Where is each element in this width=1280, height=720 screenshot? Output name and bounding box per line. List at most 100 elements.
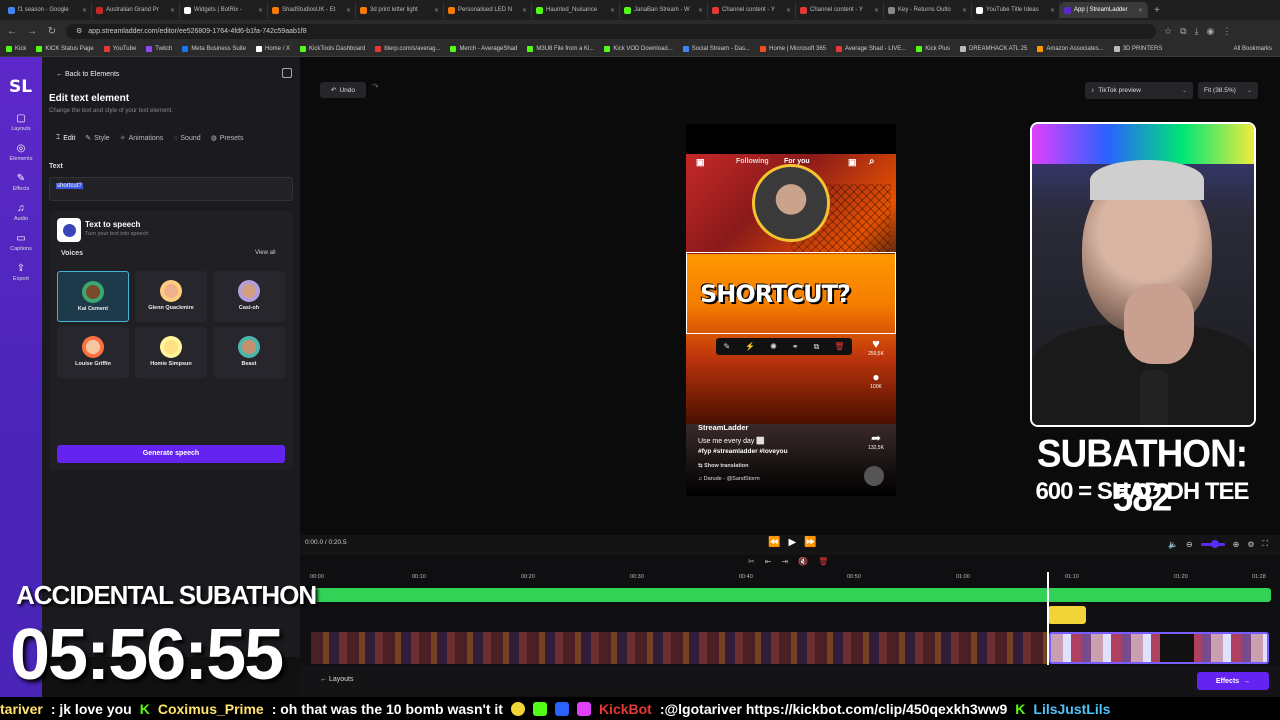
- bookmark-item[interactable]: Meta Business Suite: [182, 46, 246, 52]
- redo-button[interactable]: ↷: [372, 82, 379, 91]
- bookmark-star-icon[interactable]: ☆: [1164, 26, 1172, 37]
- zoom-select[interactable]: Fit (38.5%) ⌄: [1198, 82, 1258, 99]
- nav-export[interactable]: ⇪ Export: [0, 263, 42, 282]
- playhead[interactable]: [1047, 572, 1049, 666]
- extensions-icon[interactable]: ⧉: [1180, 26, 1186, 37]
- play-icon[interactable]: ▶: [788, 537, 796, 548]
- close-icon[interactable]: ✕: [170, 7, 175, 14]
- skip-start-icon[interactable]: ⇤: [765, 557, 772, 566]
- scissors-icon[interactable]: ✂: [748, 557, 755, 566]
- settings-icon[interactable]: ⚙: [1247, 540, 1254, 549]
- close-icon[interactable]: ✕: [962, 7, 967, 14]
- duplicate-icon[interactable]: ⧉: [814, 342, 820, 352]
- reload-icon[interactable]: ↻: [46, 26, 58, 37]
- voice-card[interactable]: Homie Simpsun: [135, 327, 207, 378]
- pencil-icon[interactable]: ✎: [724, 342, 731, 351]
- zoom-out-icon[interactable]: ⊖: [1186, 540, 1193, 549]
- tab-animations[interactable]: ✧ Animations: [120, 134, 164, 143]
- close-icon[interactable]: ✕: [522, 7, 527, 14]
- preview-select[interactable]: ♪ TikTok preview ⌄: [1085, 82, 1193, 99]
- download-icon[interactable]: ⤓: [1195, 26, 1199, 37]
- close-icon[interactable]: ✕: [434, 7, 439, 14]
- nav-elements[interactable]: ◎ Elements: [0, 143, 42, 162]
- bookmark-item[interactable]: Merch - AverageShad: [450, 46, 517, 52]
- voice-card[interactable]: Beast: [213, 327, 285, 378]
- bookmark-item[interactable]: Kick Plus: [916, 46, 950, 52]
- effects-button[interactable]: Effects →: [1197, 672, 1269, 690]
- close-icon[interactable]: ✕: [874, 7, 879, 14]
- bookmark-folder[interactable]: DREAMHACK ATL 25: [959, 46, 1027, 52]
- rewind-icon[interactable]: ⏪: [768, 537, 780, 548]
- tab-presets[interactable]: ◍ Presets: [211, 134, 244, 143]
- close-icon[interactable]: ✕: [346, 7, 351, 14]
- all-bookmarks[interactable]: All Bookmarks: [1234, 46, 1280, 52]
- video-clip-selected[interactable]: [1049, 632, 1269, 664]
- new-tab-icon[interactable]: +: [1154, 5, 1160, 16]
- back-to-elements-link[interactable]: ← Back to Elements: [56, 71, 119, 78]
- zoom-in-icon[interactable]: ⊕: [1233, 540, 1240, 549]
- voice-card[interactable]: Kai Cement: [57, 271, 129, 322]
- close-icon[interactable]: ✕: [1050, 7, 1055, 14]
- animation-icon[interactable]: ⚡: [745, 342, 755, 351]
- browser-tab[interactable]: f1 season - Google ✕: [4, 2, 92, 18]
- browser-tab[interactable]: Channel content - Y ✕: [708, 2, 796, 18]
- browser-tab[interactable]: Haunted_Nuisance ✕: [532, 2, 620, 18]
- voice-card[interactable]: Louise Griffin: [57, 327, 129, 378]
- browser-tab[interactable]: Australian Grand Pr ✕: [92, 2, 180, 18]
- text-clip[interactable]: [1048, 606, 1086, 624]
- undo-button[interactable]: ↶ Undo: [320, 82, 366, 98]
- fullscreen-icon[interactable]: ⛶: [1263, 539, 1269, 549]
- bookmark-item[interactable]: Twitch: [146, 46, 172, 52]
- bookmark-item[interactable]: Home | Microsoft 365: [760, 46, 826, 52]
- video-track[interactable]: [311, 632, 1049, 664]
- bookmark-item[interactable]: Average Shad - LIVE...: [836, 46, 906, 52]
- nav-layouts[interactable]: ▢ Layouts: [0, 113, 42, 132]
- layouts-button[interactable]: ← Layouts: [320, 676, 353, 683]
- bookmark-item[interactable]: Kick: [6, 46, 26, 52]
- profile-icon[interactable]: ◉: [1207, 26, 1215, 37]
- browser-tab[interactable]: 3d print letter light ✕: [356, 2, 444, 18]
- generate-speech-button[interactable]: Generate speech: [57, 445, 285, 463]
- close-icon[interactable]: ✕: [258, 7, 263, 14]
- bookmark-item[interactable]: blerp.com/s/averag...: [375, 46, 440, 52]
- effects-icon[interactable]: ✺: [770, 342, 777, 351]
- close-icon[interactable]: ✕: [698, 7, 703, 14]
- bookmark-folder[interactable]: 3D PRINTERS: [1113, 46, 1162, 52]
- browser-tab[interactable]: Channel content - Y ✕: [796, 2, 884, 18]
- bookmark-item[interactable]: Amazon Associates...: [1037, 46, 1104, 52]
- site-info-icon[interactable]: ⚙: [76, 27, 82, 35]
- mute-icon[interactable]: 🔇: [798, 557, 808, 566]
- browser-tab-active[interactable]: App | StreamLadder ✕: [1060, 2, 1148, 18]
- close-icon[interactable]: ✕: [610, 7, 615, 14]
- close-icon[interactable]: ✕: [1138, 7, 1143, 14]
- volume-icon[interactable]: 🔈: [1168, 540, 1178, 549]
- delete-icon[interactable]: 🗑: [834, 342, 844, 351]
- browser-tab[interactable]: Widgets | BotRix - ✕: [180, 2, 268, 18]
- forward-arrow-icon[interactable]: →: [26, 26, 38, 37]
- bookmark-item[interactable]: KICK Status Page: [36, 46, 94, 52]
- tiktok-preview[interactable]: ▣ Following For you ▣ ⌕ SHORTCUT? ✎ ⚡ ✺ …: [686, 124, 896, 496]
- skip-end-icon[interactable]: ⇥: [781, 557, 788, 566]
- zoom-slider[interactable]: [1200, 539, 1225, 548]
- close-icon[interactable]: ✕: [786, 7, 791, 14]
- nav-audio[interactable]: ♫ Audio: [0, 203, 42, 222]
- nav-effects[interactable]: ✎ Effects: [0, 173, 42, 192]
- close-icon[interactable]: ✕: [82, 7, 87, 14]
- browser-tab[interactable]: Personalised LED N ✕: [444, 2, 532, 18]
- headline-text[interactable]: SHORTCUT?: [700, 280, 880, 308]
- bookmark-item[interactable]: YouTube: [103, 46, 136, 52]
- voice-card[interactable]: Glenn Quackmire: [135, 271, 207, 322]
- tab-style[interactable]: ✎ Style: [85, 134, 109, 143]
- text-input[interactable]: shortcut?: [49, 177, 293, 201]
- delete-icon[interactable]: 🗑: [818, 557, 828, 566]
- browser-tab[interactable]: JanaBan Stream - W ✕: [620, 2, 708, 18]
- fast-forward-icon[interactable]: ⏩: [804, 537, 816, 548]
- back-arrow-icon[interactable]: ←: [6, 26, 18, 37]
- voice-card[interactable]: Casi-oh: [213, 271, 285, 322]
- bookmark-item[interactable]: Kick VOD Download...: [604, 46, 673, 52]
- bookmark-item[interactable]: KickTools Dashboard: [300, 46, 365, 52]
- nav-captions[interactable]: ▭ Captions: [0, 233, 42, 252]
- tab-sound[interactable]: ◌ Sound: [173, 134, 200, 142]
- menu-icon[interactable]: ⋮: [1222, 26, 1231, 37]
- audio-track[interactable]: [311, 588, 1271, 602]
